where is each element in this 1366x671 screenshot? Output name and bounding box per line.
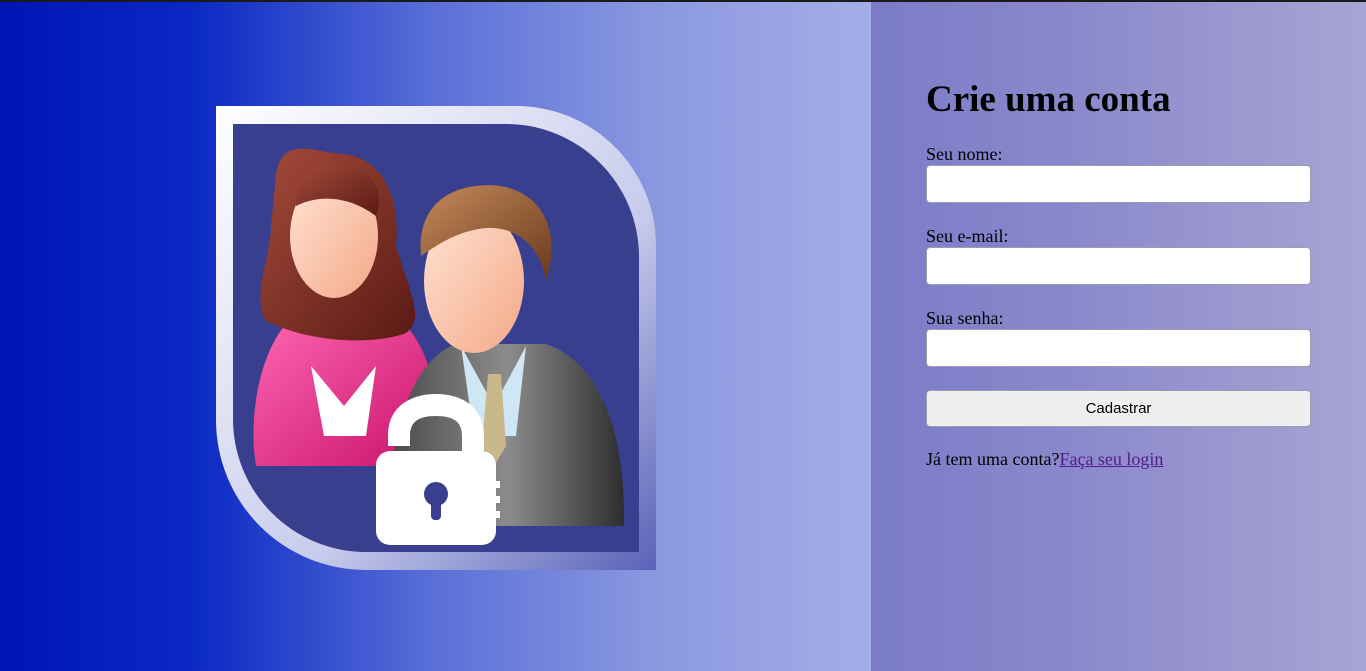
- name-label: Seu nome:: [926, 144, 1003, 164]
- left-panel: [0, 2, 871, 671]
- signup-button[interactable]: Cadastrar: [926, 390, 1311, 427]
- email-label: Seu e-mail:: [926, 226, 1009, 246]
- page-title: Crie uma conta: [926, 79, 1171, 120]
- email-input[interactable]: [926, 247, 1311, 285]
- login-link[interactable]: Faça seu login: [1059, 449, 1163, 469]
- login-prompt-text: Já tem uma conta?: [926, 449, 1060, 469]
- login-prompt-line: Já tem uma conta?Faça seu login: [926, 448, 1311, 470]
- users-lock-icon: [216, 106, 656, 570]
- name-input[interactable]: [926, 165, 1311, 203]
- signup-form: Crie uma conta Seu nome: Seu e-mail: Sua…: [926, 78, 1311, 470]
- password-label: Sua senha:: [926, 308, 1004, 328]
- password-input[interactable]: [926, 329, 1311, 367]
